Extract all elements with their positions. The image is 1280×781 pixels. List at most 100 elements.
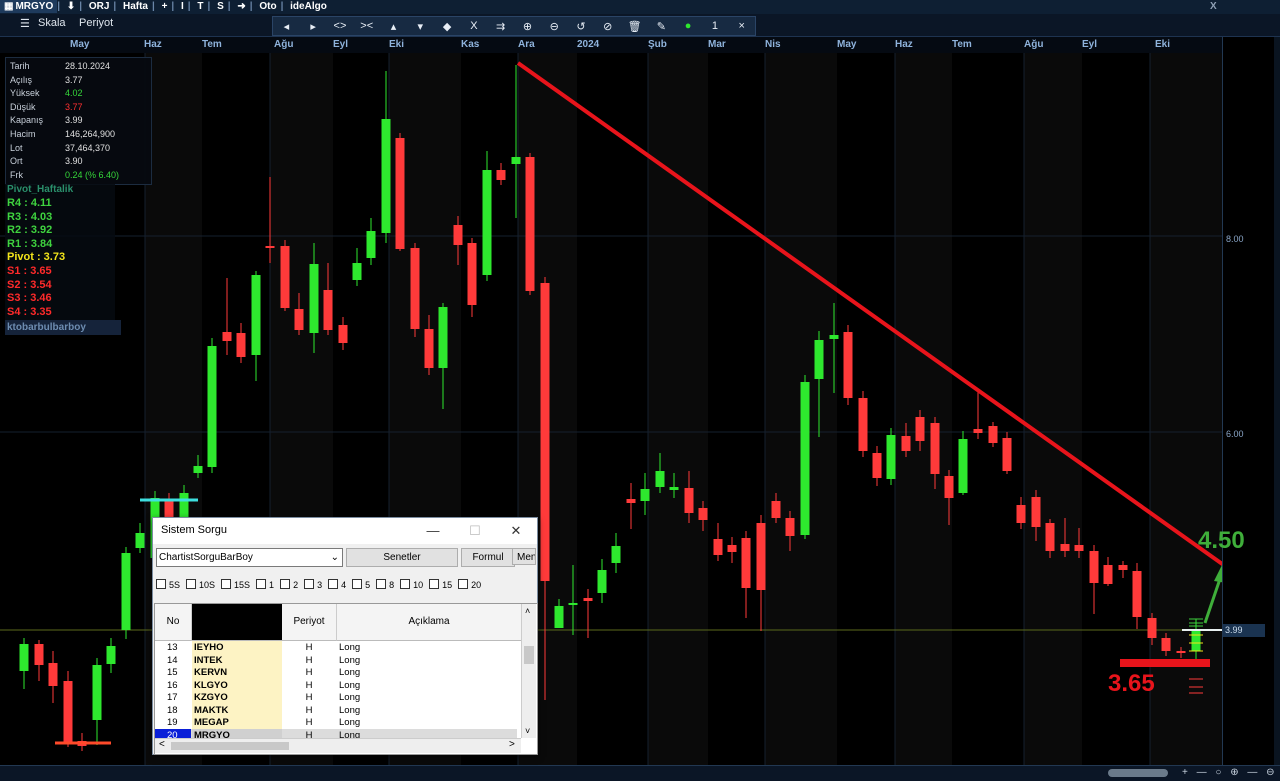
table-row[interactable]: 13 IEYHO H Long — [155, 641, 517, 654]
checkbox-icon[interactable] — [280, 579, 291, 589]
green-dot-icon[interactable]: ● — [675, 20, 702, 32]
checkbox-icon[interactable] — [304, 579, 315, 589]
table-row[interactable]: 17 KZGYO H Long — [155, 691, 517, 704]
period-checkbox[interactable]: 2 — [280, 579, 298, 590]
checkbox-icon[interactable] — [156, 579, 166, 589]
grid-scroll-thumb[interactable] — [524, 646, 534, 664]
shrink-icon[interactable]: >< — [353, 20, 380, 32]
diamond-icon[interactable]: ◆ — [434, 20, 461, 33]
close-icon[interactable]: ✕ — [501, 520, 531, 542]
period-checkbox[interactable]: 20 — [458, 579, 481, 590]
scroll-right-icon[interactable]: > — [509, 739, 515, 750]
period-checkbox[interactable]: 10 — [400, 579, 423, 590]
checkbox-icon[interactable] — [328, 579, 339, 589]
info-value: 28.10.2024 — [65, 61, 111, 71]
horizontal-scroll-thumb[interactable] — [1108, 769, 1168, 777]
period-checkbox[interactable]: 4 — [328, 579, 346, 590]
checkbox-icon[interactable] — [352, 579, 363, 589]
plus-button[interactable]: + — [158, 0, 172, 13]
checkbox-icon[interactable] — [429, 579, 440, 589]
period-menu[interactable]: Periyot — [79, 17, 113, 29]
period-checkbox[interactable]: 8 — [376, 579, 394, 590]
candle-body — [63, 681, 73, 743]
checkbox-icon[interactable] — [221, 579, 232, 589]
grid-horizontal-scrollbar[interactable]: < > — [155, 738, 521, 753]
right-arrow-icon[interactable]: ▸ — [300, 20, 327, 33]
idealgo-button[interactable]: ideAlgo — [286, 0, 331, 13]
table-row[interactable]: 14 INTEK H Long — [155, 653, 517, 667]
month-band — [1150, 53, 1222, 765]
checkbox-icon[interactable] — [256, 579, 267, 589]
vertical-scrollbar[interactable] — [1274, 37, 1280, 765]
scroll-up-icon[interactable]: ˄ — [525, 606, 530, 616]
col-period-header[interactable]: Periyot — [282, 604, 337, 641]
table-row[interactable]: 19 MEGAP H Long — [155, 716, 517, 729]
menu-icon[interactable]: ☰ — [20, 17, 30, 30]
i-button[interactable]: I — [177, 0, 188, 13]
table-row[interactable]: 15 KERVN H Long — [155, 666, 517, 679]
grid-hscroll-thumb[interactable] — [171, 742, 289, 750]
formul-button[interactable]: Formul — [461, 548, 515, 567]
checkbox-icon[interactable] — [400, 579, 411, 589]
col-desc-header[interactable]: Açıklama — [337, 604, 522, 641]
period-checkbox[interactable]: 5 — [352, 579, 370, 590]
zoom-controls-icon[interactable]: + — ○ ⊕ — ⊖ — [1182, 767, 1278, 778]
symbol-selector[interactable]: ▦ MRGYO — [0, 0, 58, 13]
period-button[interactable]: Hafta — [119, 0, 152, 13]
arrow-right-button[interactable]: ➜ — [233, 0, 249, 13]
minimize-icon[interactable]: — — [418, 520, 448, 542]
period-checkbox[interactable]: 15 — [429, 579, 452, 590]
table-row[interactable]: 18 MAKTK H Long — [155, 703, 517, 717]
checkbox-icon[interactable] — [186, 579, 197, 589]
candle-body — [611, 546, 621, 563]
scroll-left-icon[interactable]: < — [159, 739, 165, 750]
counter-icon[interactable]: 1 — [702, 20, 729, 32]
trash-icon[interactable]: 🗑 — [621, 20, 648, 33]
down-arrow-icon[interactable]: ▾ — [407, 20, 434, 33]
period-checkbox[interactable]: 10S — [186, 579, 215, 590]
period-checkbox[interactable]: 5S — [156, 579, 180, 590]
grid-vertical-scrollbar[interactable]: ˄ ˅ — [521, 604, 536, 738]
t-button[interactable]: T — [193, 0, 207, 13]
dialog-titlebar[interactable]: Sistem Sorgu — ☐ ✕ — [153, 518, 537, 544]
pen-icon[interactable]: ✎ — [648, 20, 675, 33]
period-checkbox[interactable]: 1 — [256, 579, 274, 590]
double-arrow-icon[interactable]: ⇉ — [487, 20, 514, 33]
up-arrow-icon[interactable]: ▴ — [380, 20, 407, 33]
candle-body — [1031, 497, 1041, 527]
checkbox-icon[interactable] — [376, 579, 387, 589]
close-icon[interactable]: × — [728, 20, 755, 32]
menu-button[interactable]: Menu — [512, 548, 536, 565]
table-row[interactable]: 16 KLGYO H Long — [155, 678, 517, 692]
col-no-header[interactable]: No — [155, 604, 192, 641]
cell-period: H — [305, 679, 313, 691]
period-checkbox[interactable]: 3 — [304, 579, 322, 590]
checkbox-label: 5S — [169, 580, 181, 590]
zoom-in-icon[interactable]: ⊕ — [514, 20, 541, 33]
indicator-label[interactable]: ktobarbulbarboy — [5, 320, 121, 335]
orj-button[interactable]: ORJ — [85, 0, 114, 13]
senetler-button[interactable]: Senetler — [346, 548, 458, 567]
close-x-icon[interactable]: X — [1206, 0, 1221, 13]
scale-menu[interactable]: Skala — [38, 17, 66, 29]
period-checkbox[interactable]: 15S — [221, 579, 250, 590]
zoom-out-icon[interactable]: ⊖ — [541, 20, 568, 33]
oto-button[interactable]: Oto — [255, 0, 280, 13]
query-select[interactable]: ChartistSorguBarBoy ⌄ — [156, 548, 343, 567]
rotate-icon[interactable]: ↺ — [568, 20, 595, 33]
expand-icon[interactable]: <> — [327, 20, 354, 32]
candle-body — [1118, 565, 1128, 570]
col-symbol-header[interactable] — [192, 604, 283, 641]
x-shape-icon[interactable]: X — [460, 20, 487, 32]
download-arrow-button[interactable]: ⬇ — [63, 0, 79, 13]
checkbox-icon[interactable] — [458, 579, 469, 589]
date-label: Nis — [765, 39, 781, 50]
left-arrow-icon[interactable]: ◂ — [273, 20, 300, 33]
candle-body — [1176, 651, 1186, 653]
s-button[interactable]: S — [213, 0, 228, 13]
scroll-down-icon[interactable]: ˅ — [525, 726, 530, 736]
maximize-icon[interactable]: ☐ — [460, 520, 490, 542]
block-icon[interactable]: ⊘ — [594, 20, 621, 33]
candle-body — [135, 533, 145, 548]
info-key: Frk — [10, 169, 23, 180]
